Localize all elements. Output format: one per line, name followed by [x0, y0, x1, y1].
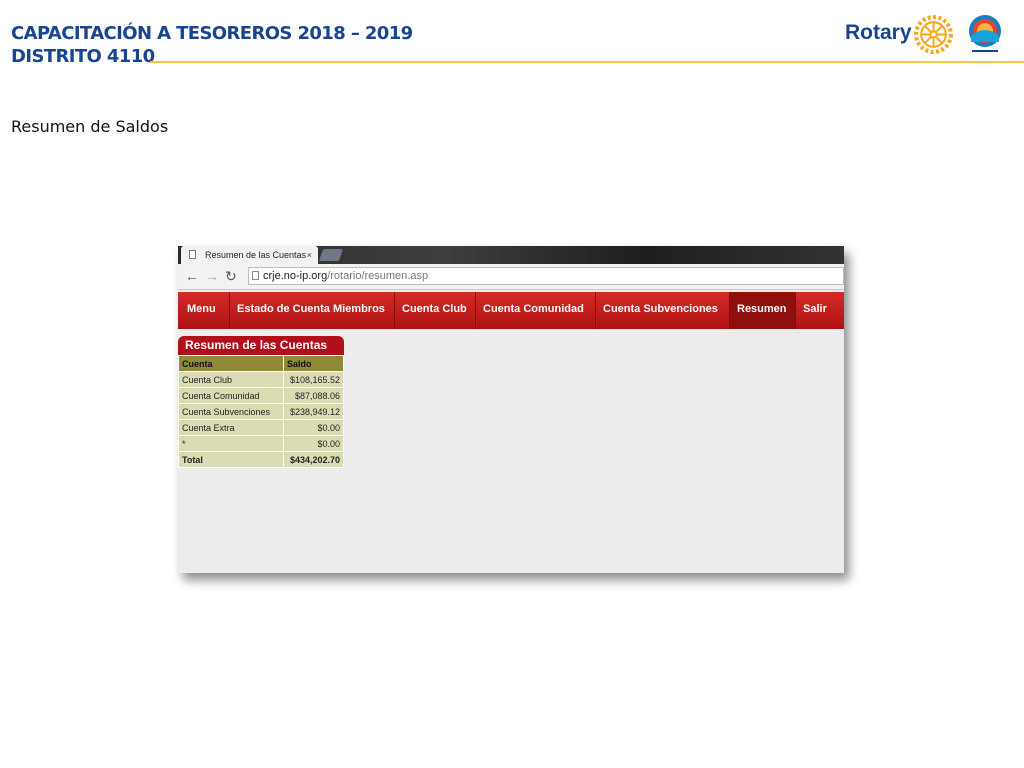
summary-title: Resumen de las Cuentas: [178, 336, 344, 355]
account-balance: $0.00: [283, 419, 344, 436]
close-icon[interactable]: ×: [307, 246, 312, 264]
menu-item-resumen[interactable]: Resumen: [730, 292, 796, 329]
summary-table: Cuenta Saldo Cuenta Club $108,165.52 Cue…: [178, 355, 344, 468]
browser-tab[interactable]: Resumen de las Cuentas ×: [181, 246, 318, 264]
menu-item-cuenta-comunidad[interactable]: Cuenta Comunidad: [476, 292, 596, 329]
account-name: Cuenta Subvenciones: [178, 403, 284, 420]
site-menu-bar: Menu Estado de Cuenta Miembros Cuenta Cl…: [178, 292, 844, 329]
account-balance: $238,949.12: [283, 403, 344, 420]
summary-panel: Resumen de las Cuentas Cuenta Saldo Cuen…: [178, 336, 344, 468]
slide-title-line2: DISTRITO 4110: [11, 46, 155, 67]
page-icon: [252, 271, 259, 280]
table-row: Cuenta Comunidad $87,088.06: [178, 387, 344, 404]
menu-item-salir[interactable]: Salir: [796, 292, 844, 329]
table-row: Cuenta Club $108,165.52: [178, 371, 344, 388]
browser-toolbar: ← → ↻ crje.no-ip.org/rotario/resumen.asp: [178, 264, 844, 290]
slide-title-line1: CAPACITACIÓN A TESOREROS 2018 – 2019: [11, 23, 413, 44]
column-header-cuenta: Cuenta: [178, 355, 284, 372]
account-name: Cuenta Extra: [178, 419, 284, 436]
title-rule: [150, 61, 1024, 63]
tab-title: Resumen de las Cuentas: [205, 250, 307, 260]
column-header-saldo: Saldo: [283, 355, 344, 372]
page-icon: [189, 250, 196, 259]
total-row: Total $434,202.70: [178, 451, 344, 468]
slide-subtitle: Resumen de Saldos: [11, 117, 169, 136]
account-balance: $87,088.06: [283, 387, 344, 404]
url-text: crje.no-ip.org/rotario/resumen.asp: [263, 270, 429, 282]
account-name: *: [178, 435, 284, 452]
back-button[interactable]: ←: [185, 267, 199, 285]
table-header-row: Cuenta Saldo: [178, 355, 344, 372]
account-name: Cuenta Club: [178, 371, 284, 388]
table-row: Cuenta Subvenciones $238,949.12: [178, 403, 344, 420]
menu-item-estado-cuenta-miembros[interactable]: Estado de Cuenta Miembros: [230, 292, 395, 329]
browser-screenshot: Resumen de las Cuentas × ← → ↻ crje.no-i…: [178, 246, 844, 573]
account-name: Cuenta Comunidad: [178, 387, 284, 404]
theme-logo-icon: [969, 15, 1001, 52]
total-balance: $434,202.70: [283, 451, 344, 468]
rotary-logo-text: Rotary: [845, 21, 912, 44]
new-tab-button[interactable]: [318, 249, 344, 261]
table-row: Cuenta Extra $0.00: [178, 419, 344, 436]
forward-button[interactable]: →: [205, 267, 219, 285]
browser-tabstrip: Resumen de las Cuentas ×: [178, 246, 844, 264]
account-balance: $0.00: [283, 435, 344, 452]
menu-item-cuenta-subvenciones[interactable]: Cuenta Subvenciones: [596, 292, 730, 329]
account-balance: $108,165.52: [283, 371, 344, 388]
menu-item-menu[interactable]: Menu: [180, 292, 230, 329]
total-label: Total: [178, 451, 284, 468]
rotary-wheel-icon: [914, 15, 953, 54]
table-row: * $0.00: [178, 435, 344, 452]
menu-item-cuenta-club[interactable]: Cuenta Club: [395, 292, 476, 329]
address-bar[interactable]: crje.no-ip.org/rotario/resumen.asp: [248, 267, 844, 285]
reload-button[interactable]: ↻: [225, 267, 237, 285]
